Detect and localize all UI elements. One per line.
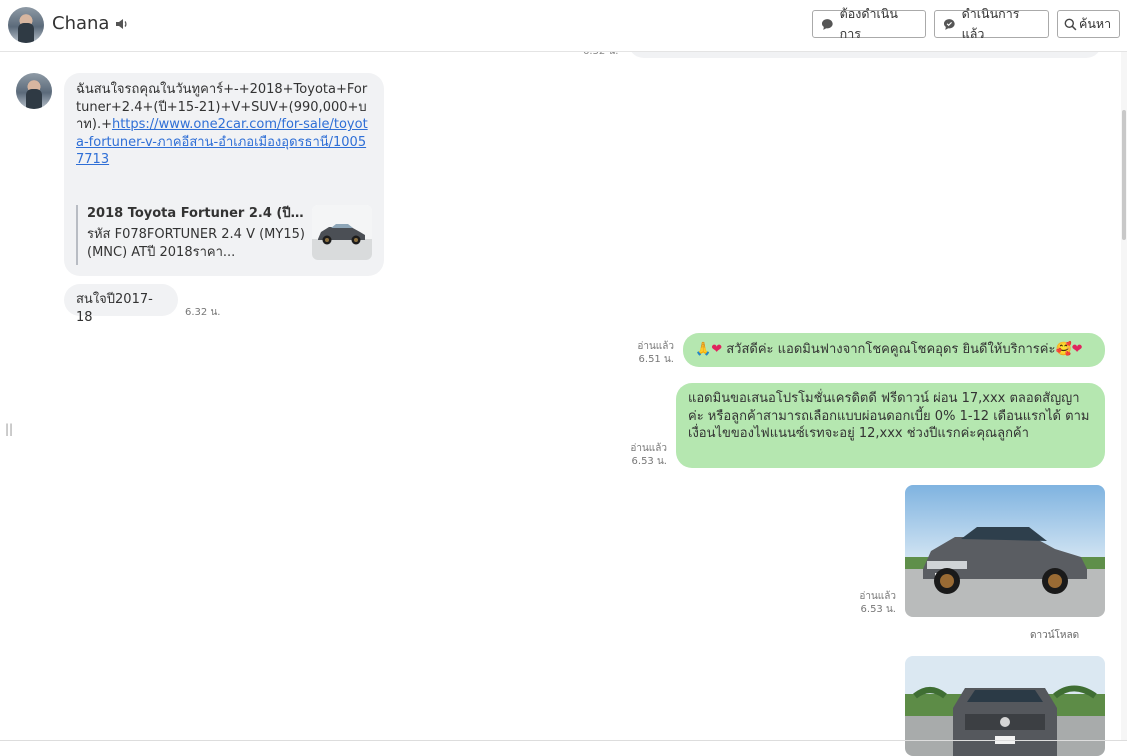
message-time: 6.51 น.	[638, 354, 674, 365]
search-label: ค้นหา	[1079, 16, 1112, 31]
read-receipt: อ่านแล้ว 6.53 น.	[842, 590, 896, 616]
scrollbar-thumb[interactable]	[1122, 110, 1126, 240]
bow-emoji-icon: 🙏	[695, 342, 712, 357]
message-text: แอดมินขอเสนอโปรโมชั่นเครดิตดี ฟรีดาวน์ ผ…	[688, 391, 1090, 441]
read-receipt: อ่านแล้ว 6.53 น.	[613, 442, 667, 468]
contact-avatar-small[interactable]	[16, 73, 52, 109]
outgoing-message-bubble: 🙏❤ สวัสดีค่ะ แอดมินฟางจากโชคคูณโชคอุดร ย…	[683, 333, 1105, 367]
outgoing-message-bubble: แอดมินขอเสนอโปรโมชั่นเครดิตดี ฟรีดาวน์ ผ…	[676, 383, 1105, 468]
todo-button[interactable]: ต้องดำเนินการ	[812, 6, 926, 41]
message-time: 6.32 น.	[185, 307, 221, 318]
car-photo-message[interactable]	[905, 656, 1105, 756]
panel-resize-handle[interactable]: ||	[5, 422, 13, 436]
link-preview-card[interactable]: 2018 Toyota Fortuner 2.4 (ปี 15-... รหัส…	[76, 205, 372, 265]
speaker-icon[interactable]	[114, 16, 130, 32]
chat-bubble-icon	[821, 18, 833, 30]
contact-name[interactable]: Chana	[52, 13, 109, 34]
message-time: 6.53 น.	[860, 604, 896, 615]
message-time: 6.53 น.	[631, 456, 667, 467]
search-button[interactable]: ค้นหา	[1057, 10, 1120, 38]
message-text: สวัสดีค่ะ แอดมินฟางจากโชคคูณโชคอุดร ยินด…	[726, 342, 1056, 357]
link-preview-thumbnail	[312, 205, 372, 260]
search-icon	[1064, 18, 1077, 30]
read-status: อ่านแล้ว	[630, 443, 667, 454]
incoming-message-bubble: ฉันสนใจรถคุณในวันทูคาร์+-+2018+Toyota+Fo…	[64, 73, 384, 276]
read-status: อ่านแล้ว	[859, 591, 896, 602]
read-receipt: อ่านแล้ว 6.51 น.	[620, 340, 674, 366]
love-face-emoji-icon: 🥰	[1055, 342, 1072, 357]
chat-header: Chana ต้องดำเนินการ ดำเนินการแล้ว ค้นหา	[0, 0, 1127, 52]
done-button[interactable]: ดำเนินการแล้ว	[934, 6, 1049, 41]
car-photo-message[interactable]	[905, 485, 1105, 617]
heart-emoji-icon: ❤	[1071, 342, 1083, 357]
message-text: สนใจปี2017-18	[76, 292, 153, 325]
read-status: อ่านแล้ว	[637, 341, 674, 352]
incoming-message-bubble: สนใจปี2017-18	[64, 284, 178, 325]
todo-label: ต้องดำเนินการ	[839, 6, 898, 41]
contact-avatar[interactable]	[8, 7, 44, 43]
link-preview-description: รหัส F078FORTUNER 2.4 V (MY15) (MNC) ATป…	[87, 226, 305, 260]
message-link[interactable]: https://www.one2car.com/for-sale/toyota-…	[76, 117, 368, 167]
heart-emoji-icon: ❤	[711, 342, 723, 357]
done-label: ดำเนินการแล้ว	[961, 6, 1020, 41]
chat-check-icon	[943, 18, 955, 30]
link-preview-title: 2018 Toyota Fortuner 2.4 (ปี 15-...	[87, 206, 305, 221]
download-link[interactable]: ดาวน์โหลด	[1030, 628, 1079, 643]
